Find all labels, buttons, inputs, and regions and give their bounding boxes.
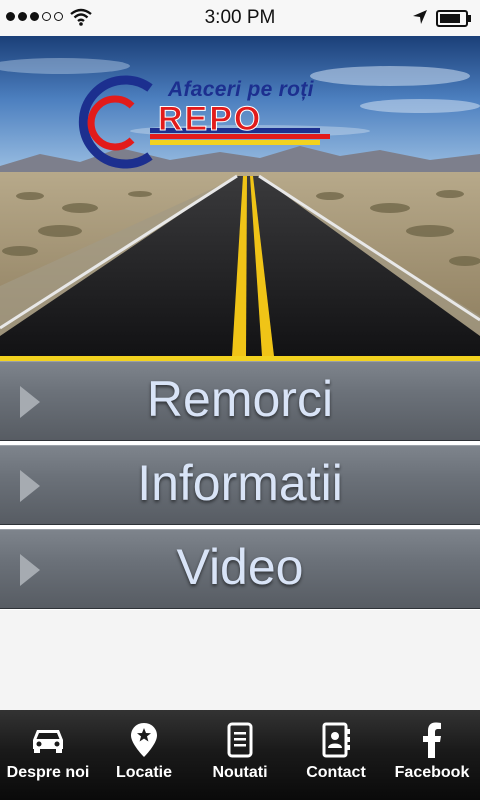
menu-item-label: Informatii (137, 455, 343, 511)
tab-label: Noutati (212, 764, 268, 781)
main-menu: Remorci Informatii Video (0, 361, 480, 613)
tab-label: Contact (306, 764, 366, 781)
tab-facebook[interactable]: Facebook (384, 710, 480, 800)
tab-label: Locatie (115, 764, 172, 781)
location-arrow-icon (413, 10, 427, 24)
tab-label: Facebook (394, 764, 470, 781)
menu-item-informatii[interactable]: Informatii (0, 445, 480, 525)
address-book-icon (288, 718, 384, 762)
facebook-icon (384, 718, 480, 762)
menu-item-label: Remorci (146, 371, 334, 427)
tab-despre-noi[interactable]: Despre noi (0, 710, 96, 800)
tab-contact[interactable]: Contact (288, 710, 384, 800)
battery-icon (436, 10, 471, 27)
map-pin-star-icon (96, 718, 192, 762)
logo-brand: REPO (157, 100, 263, 139)
tab-locatie[interactable]: Locatie (96, 710, 192, 800)
menu-item-label: Video (176, 539, 304, 595)
content-area (0, 610, 480, 710)
menu-item-video[interactable]: Video (0, 529, 480, 609)
status-time: 3:00 PM (204, 7, 276, 28)
menu-item-remorci[interactable]: Remorci (0, 361, 480, 441)
car-icon (0, 718, 96, 762)
hero-banner: Afaceri pe roți REPO (0, 36, 480, 356)
tab-noutati[interactable]: Noutati (192, 710, 288, 800)
bottom-tab-bar: Despre noi Locatie Noutati Contact Faceb… (0, 710, 480, 800)
logo-tagline: Afaceri pe roți (168, 78, 314, 101)
document-icon (192, 718, 288, 762)
status-bar: 3:00 PM (0, 0, 480, 36)
tab-label: Despre noi (6, 764, 90, 781)
